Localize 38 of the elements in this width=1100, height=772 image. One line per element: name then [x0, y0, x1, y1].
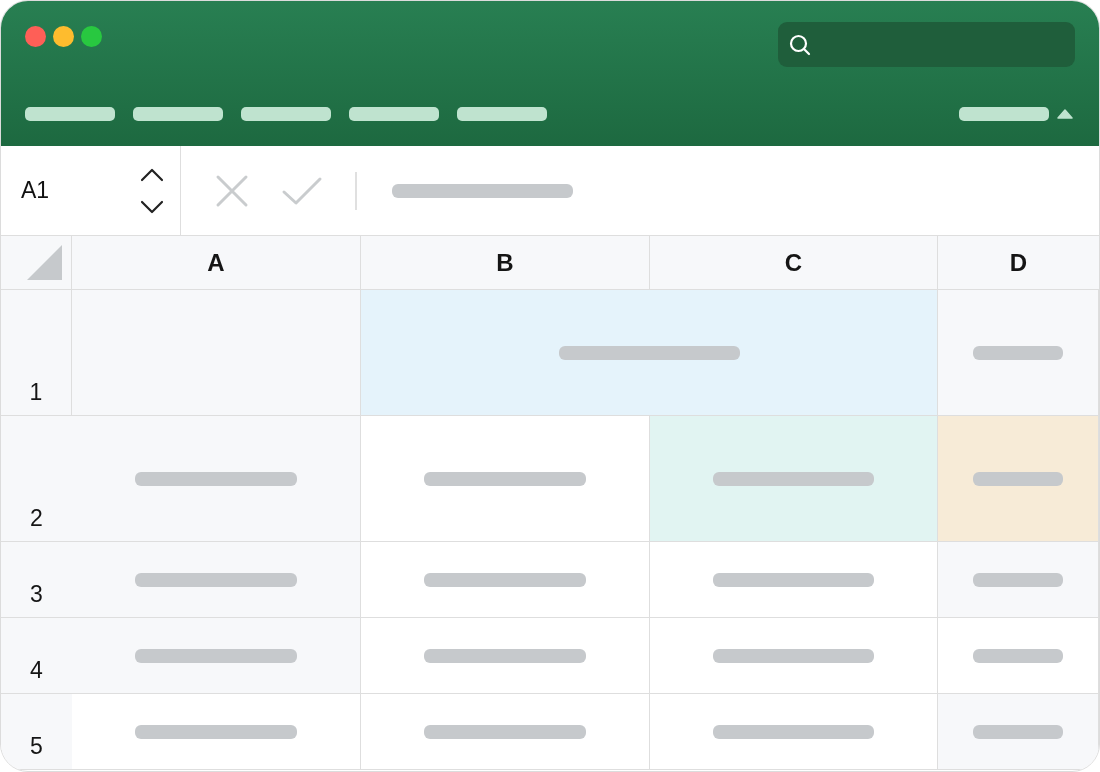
column-header[interactable]: A [72, 236, 361, 290]
column-header[interactable]: D [938, 236, 1099, 290]
sheet-cell[interactable] [72, 290, 361, 416]
search-icon [788, 32, 812, 57]
sheet-cell[interactable] [361, 416, 650, 542]
row-header[interactable]: 5 [1, 694, 72, 770]
row-header[interactable]: 1 [1, 290, 72, 416]
row-header[interactable]: 4 [1, 618, 72, 694]
sheet-cell[interactable] [650, 694, 938, 770]
chevron-down-icon[interactable] [140, 199, 164, 214]
name-box[interactable]: A1 [21, 179, 140, 202]
column-header[interactable]: B [361, 236, 650, 290]
sheet-cell[interactable] [650, 618, 938, 694]
chevron-up-icon[interactable] [140, 167, 164, 182]
sheet-cell[interactable] [938, 694, 1099, 770]
column-header[interactable]: C [650, 236, 938, 290]
sheet-cell[interactable] [938, 416, 1099, 542]
sheet-cell[interactable] [361, 290, 938, 416]
close-button[interactable] [25, 26, 46, 47]
sheet-cell[interactable] [938, 618, 1099, 694]
triangle-icon[interactable] [27, 245, 62, 280]
sheet-cell[interactable] [72, 416, 361, 542]
search-field[interactable] [778, 22, 1075, 67]
minimize-button[interactable] [53, 26, 74, 47]
caret-up-icon[interactable] [1057, 109, 1073, 119]
row-header[interactable]: 2 [1, 416, 72, 542]
sheet-cell[interactable] [72, 694, 361, 770]
sheet-cell[interactable] [938, 290, 1099, 416]
zoom-button[interactable] [81, 26, 102, 47]
sheet-cell[interactable] [650, 542, 938, 618]
sheet-cell[interactable] [938, 542, 1099, 618]
sheet-cell[interactable] [72, 542, 361, 618]
sheet-cell[interactable] [72, 618, 361, 694]
sheet-cell[interactable] [361, 618, 650, 694]
sheet-cell[interactable] [361, 694, 650, 770]
sheet-cell[interactable] [650, 416, 938, 542]
row-header[interactable]: 3 [1, 542, 72, 618]
sheet-cell[interactable] [361, 542, 650, 618]
